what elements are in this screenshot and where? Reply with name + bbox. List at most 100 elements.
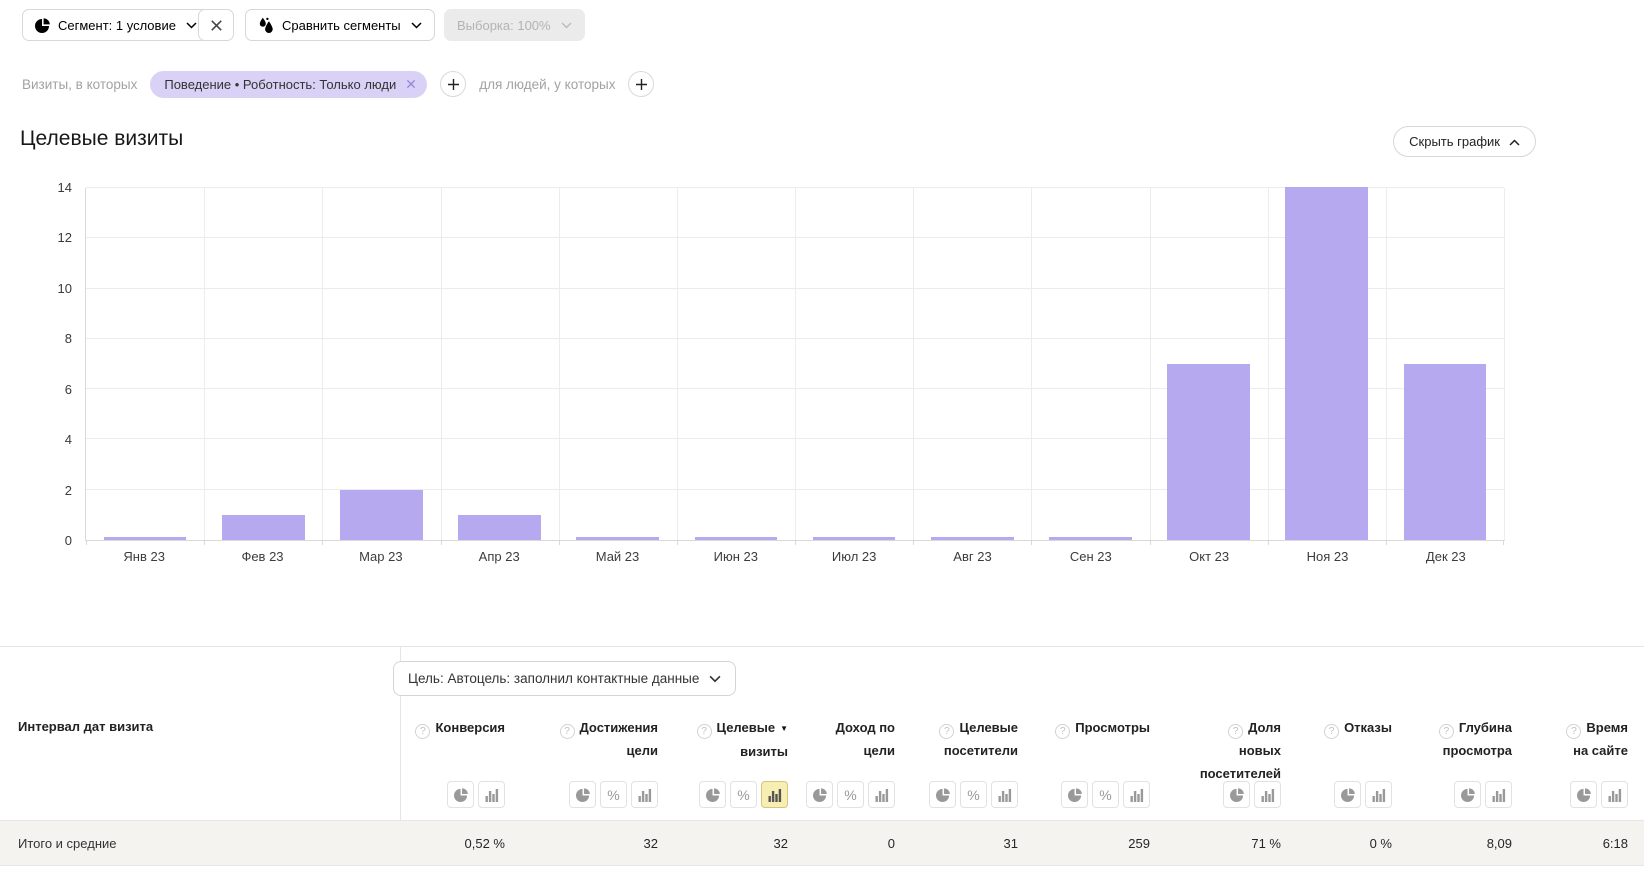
chart-bar[interactable]	[1049, 537, 1132, 540]
help-icon[interactable]: ?	[1566, 724, 1582, 739]
total-value: 0	[887, 835, 895, 851]
pie-toggle-button[interactable]	[699, 781, 726, 808]
y-axis-tick-label: 14	[57, 180, 72, 195]
bars-toggle-button[interactable]	[991, 781, 1018, 808]
bars-toggle-button[interactable]	[478, 781, 505, 808]
header-text[interactable]: Глубина	[1459, 720, 1512, 735]
help-icon[interactable]: ?	[1438, 724, 1454, 739]
chart-bar[interactable]	[1167, 363, 1250, 540]
help-icon[interactable]: ?	[559, 724, 575, 739]
bars-toggle-button[interactable]	[1485, 781, 1512, 808]
header-text[interactable]: цели	[864, 743, 895, 758]
header-text[interactable]: Отказы	[1344, 720, 1392, 735]
pie-toggle-button[interactable]	[447, 781, 474, 808]
percent-toggle-button[interactable]: %	[1092, 781, 1119, 808]
pie-toggle-button[interactable]	[569, 781, 596, 808]
chart-bar[interactable]	[221, 514, 305, 540]
segment-button[interactable]: Сегмент: 1 условие	[22, 9, 210, 41]
gridline-v	[1031, 188, 1033, 540]
pie-toggle-button[interactable]	[806, 781, 833, 808]
compare-segments-button[interactable]: Сравнить сегменты	[245, 9, 435, 41]
header-text[interactable]: Достижения	[580, 720, 658, 735]
chart-bar[interactable]	[812, 537, 896, 540]
help-icon[interactable]: ?	[1324, 724, 1340, 739]
help-icon[interactable]: ?	[415, 724, 431, 739]
chart-bar[interactable]	[458, 514, 541, 540]
bars-toggle-button[interactable]	[1254, 781, 1281, 808]
help-icon[interactable]: ?	[1055, 724, 1071, 739]
help-icon[interactable]: ?	[1228, 724, 1244, 739]
hide-chart-button[interactable]: Скрыть график	[1393, 126, 1536, 157]
header-text[interactable]: Доход по	[836, 720, 895, 735]
header-text[interactable]: Просмотры	[1075, 720, 1150, 735]
plus-icon	[447, 78, 460, 91]
chevron-down-icon	[561, 21, 572, 29]
x-axis-label: Дек 23	[1425, 549, 1466, 564]
header-text[interactable]: Доля	[1248, 720, 1281, 735]
chart-bar[interactable]	[1285, 187, 1369, 540]
bars-toggle-button[interactable]	[868, 781, 895, 808]
remove-condition-icon[interactable]	[406, 79, 416, 89]
pie-toggle-button[interactable]	[1334, 781, 1361, 808]
header-line: цели	[788, 739, 895, 762]
total-value: 259	[1128, 835, 1150, 851]
add-people-condition-button[interactable]	[628, 71, 655, 97]
pie-toggle-button[interactable]	[929, 781, 956, 808]
toggle-group	[395, 781, 505, 808]
chart-bar[interactable]	[1403, 363, 1487, 540]
pie-toggle-button[interactable]	[1454, 781, 1481, 808]
header-text[interactable]: Целевые	[959, 720, 1018, 735]
header-text[interactable]: посетителей	[1200, 766, 1281, 781]
column-header: ? Глубина просмотра	[1392, 716, 1512, 785]
header-text[interactable]: на сайте	[1573, 743, 1628, 758]
y-axis-tick-label: 6	[64, 381, 72, 397]
bars-toggle-button[interactable]	[761, 781, 788, 808]
header-text[interactable]: Конверсия	[435, 720, 505, 735]
gridline-v	[676, 188, 678, 540]
header-line: ? Доля	[1150, 716, 1281, 739]
pie-chart-icon	[35, 17, 50, 33]
sampling-button[interactable]: Выборка: 100%	[444, 9, 585, 41]
bars-toggle-button[interactable]	[1601, 781, 1628, 808]
percent-toggle-button[interactable]: %	[837, 781, 864, 808]
header-text[interactable]: новых	[1239, 743, 1281, 758]
percent-toggle-button[interactable]: %	[960, 781, 987, 808]
column-header: ? Конверсия	[395, 716, 505, 785]
header-line: новых	[1150, 739, 1281, 762]
gridline-v	[1149, 188, 1151, 540]
segment-clear-button[interactable]	[198, 9, 234, 41]
header-text[interactable]: Целевые	[717, 720, 776, 735]
chart-bar[interactable]	[930, 537, 1014, 540]
people-condition-label: для людей, у которых	[479, 76, 616, 92]
y-axis-tick-label: 2	[64, 482, 72, 498]
percent-toggle-button[interactable]: %	[600, 781, 627, 808]
header-line: посетители	[895, 739, 1018, 762]
column-header: ? Целевые посетители	[895, 716, 1018, 785]
percent-toggle-button[interactable]: %	[730, 781, 757, 808]
pie-toggle-button[interactable]	[1570, 781, 1597, 808]
header-line: ? Глубина	[1392, 716, 1512, 739]
help-icon[interactable]: ?	[696, 724, 712, 739]
header-text[interactable]: просмотра	[1443, 743, 1512, 758]
pie-toggle-button[interactable]	[1223, 781, 1250, 808]
goal-selector[interactable]: Цель: Автоцель: заполнил контактные данн…	[393, 661, 737, 696]
bars-toggle-button[interactable]	[1123, 781, 1150, 808]
total-value: 8,09	[1486, 835, 1512, 851]
header-text[interactable]: цели	[627, 743, 658, 758]
pie-toggle-button[interactable]	[1061, 781, 1088, 808]
bars-toggle-button[interactable]	[1365, 781, 1392, 808]
bars-toggle-button[interactable]	[631, 781, 658, 808]
header-text[interactable]: Время	[1586, 720, 1628, 735]
add-visit-condition-button[interactable]	[440, 71, 467, 97]
header-text[interactable]: посетители	[944, 743, 1018, 758]
header-text[interactable]: визиты	[740, 744, 788, 759]
chart-bar[interactable]	[340, 489, 423, 540]
segment-condition-chip[interactable]: Поведение • Роботность: Только люди	[150, 70, 428, 98]
chart-bar[interactable]	[694, 537, 778, 540]
column-header: ? Достижения цели	[505, 716, 658, 785]
chart-bar[interactable]	[103, 537, 187, 540]
chart-bar[interactable]	[576, 537, 660, 540]
x-axis-tick	[676, 540, 678, 545]
goal-visits-bar-chart	[85, 187, 1505, 545]
help-icon[interactable]: ?	[939, 724, 955, 739]
